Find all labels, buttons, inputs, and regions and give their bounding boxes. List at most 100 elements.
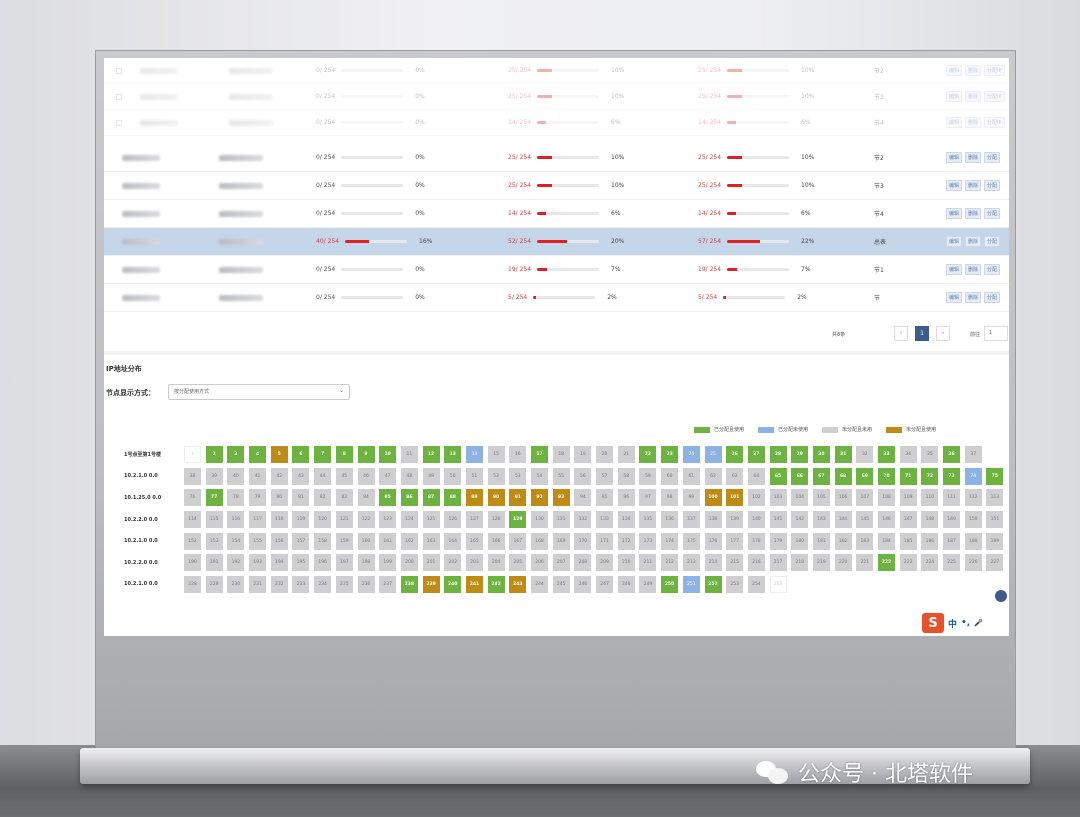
ip-cell[interactable]: 55 (552, 467, 570, 485)
ip-cell[interactable]: 173 (639, 532, 657, 550)
ip-cell[interactable]: 91 (509, 489, 527, 507)
assign-ip-button[interactable]: 分配 (984, 236, 1001, 247)
ip-cell[interactable]: 4 (249, 446, 267, 464)
assign-ip-button[interactable]: 分配 (984, 152, 1001, 163)
ime-language-toggle[interactable]: 中 (948, 617, 957, 630)
ip-cell[interactable]: 65 (769, 467, 787, 485)
ip-cell[interactable]: 221 (856, 554, 874, 572)
ip-cell[interactable]: 197 (335, 554, 353, 572)
ip-cell[interactable]: 138 (704, 511, 722, 529)
ip-cell[interactable]: 216 (747, 554, 765, 572)
ip-cell[interactable]: 190 (184, 554, 201, 572)
ip-cell[interactable]: 161 (379, 532, 397, 550)
delete-button[interactable]: 删除 (965, 180, 982, 191)
ip-cell[interactable]: 229 (205, 575, 223, 593)
ip-cell[interactable]: 41 (249, 467, 267, 485)
ip-cell[interactable]: 95 (596, 489, 614, 507)
ip-cell[interactable]: 208 (574, 554, 592, 572)
ip-cell[interactable]: 246 (574, 575, 592, 593)
ip-cell[interactable]: 32 (856, 446, 874, 464)
ip-cell[interactable]: 129 (509, 511, 527, 529)
ip-cell[interactable]: 6 (292, 446, 310, 464)
next-page-button[interactable]: › (936, 326, 950, 341)
ip-cell[interactable]: 115 (205, 511, 223, 529)
ip-cell[interactable]: 1 (184, 446, 201, 464)
ip-cell[interactable]: 143 (812, 511, 830, 529)
ip-cell[interactable]: 225 (943, 554, 961, 572)
ip-cell[interactable]: 120 (314, 511, 332, 529)
table-row[interactable]: 0/ 254 0% 25/ 254 10% 25/ 254 10% 节2 编辑 删除 分配IP (104, 58, 1009, 84)
ip-cell[interactable]: 235 (335, 575, 353, 593)
ip-cell[interactable]: 146 (878, 511, 895, 529)
ip-cell[interactable]: 217 (769, 554, 787, 572)
ip-cell[interactable]: 9 (357, 446, 375, 464)
ip-cell[interactable]: 230 (227, 575, 245, 593)
edit-button[interactable]: 编辑 (946, 91, 963, 102)
ip-cell[interactable]: 40 (227, 467, 245, 485)
ip-cell[interactable]: 250 (661, 575, 679, 593)
ip-cell[interactable]: 236 (357, 575, 375, 593)
delete-button[interactable]: 删除 (965, 152, 982, 163)
ip-cell[interactable]: 128 (487, 511, 505, 529)
ip-cell[interactable]: 19 (574, 446, 592, 464)
ip-cell[interactable]: 159 (335, 532, 353, 550)
ip-cell[interactable]: 59 (639, 467, 657, 485)
ip-cell[interactable]: 76 (184, 489, 201, 507)
ip-cell[interactable]: 105 (812, 489, 830, 507)
ip-cell[interactable]: 243 (509, 575, 527, 593)
ip-cell[interactable]: 114 (184, 511, 201, 529)
ip-cell[interactable]: 147 (899, 511, 917, 529)
ip-cell[interactable]: 196 (314, 554, 332, 572)
ip-cell[interactable]: 14 (465, 446, 483, 464)
back-to-top-button[interactable] (995, 590, 1007, 602)
prev-page-button[interactable]: ‹ (894, 326, 908, 341)
ip-cell[interactable]: 116 (227, 511, 245, 529)
assign-ip-button[interactable]: 分配IP (984, 117, 1005, 128)
ip-cell[interactable]: 101 (726, 489, 744, 507)
ip-cell[interactable]: 219 (812, 554, 830, 572)
ip-cell[interactable]: 151 (986, 511, 1004, 529)
ip-cell[interactable]: 74 (964, 467, 982, 485)
edit-button[interactable]: 编辑 (946, 208, 963, 219)
edit-button[interactable]: 编辑 (946, 292, 963, 303)
ip-cell[interactable]: 53 (509, 467, 527, 485)
ip-cell[interactable]: 108 (878, 489, 895, 507)
ip-cell[interactable]: 29 (791, 446, 809, 464)
row-checkbox[interactable] (116, 84, 122, 109)
ip-cell[interactable]: 227 (986, 554, 1004, 572)
ip-cell[interactable]: 103 (769, 489, 787, 507)
ip-cell[interactable]: 144 (834, 511, 852, 529)
ip-cell[interactable]: 145 (856, 511, 874, 529)
ip-cell[interactable]: 25 (704, 446, 722, 464)
ip-cell[interactable]: 182 (834, 532, 852, 550)
ip-cell[interactable]: 153 (205, 532, 223, 550)
ip-cell[interactable]: 180 (791, 532, 809, 550)
ip-cell[interactable]: 247 (596, 575, 614, 593)
ip-cell[interactable]: 18 (552, 446, 570, 464)
ip-cell[interactable]: 104 (791, 489, 809, 507)
ip-cell[interactable]: 119 (292, 511, 310, 529)
ip-cell[interactable]: 39 (205, 467, 223, 485)
edit-button[interactable]: 编辑 (946, 236, 963, 247)
ip-cell[interactable]: 34 (899, 446, 917, 464)
assign-ip-button[interactable]: 分配IP (984, 91, 1005, 102)
ip-cell[interactable]: 125 (422, 511, 440, 529)
ip-cell[interactable]: 61 (682, 467, 700, 485)
ip-cell[interactable]: 130 (531, 511, 548, 529)
ip-cell[interactable]: 152 (184, 532, 201, 550)
ip-cell[interactable]: 223 (899, 554, 917, 572)
ip-cell[interactable]: 234 (314, 575, 332, 593)
ip-cell[interactable]: 22 (639, 446, 657, 464)
assign-ip-button[interactable]: 分配 (984, 208, 1001, 219)
ip-cell[interactable]: 90 (487, 489, 505, 507)
ip-cell[interactable]: 67 (812, 467, 830, 485)
ip-cell[interactable]: 192 (227, 554, 245, 572)
delete-button[interactable]: 删除 (965, 236, 982, 247)
ip-cell[interactable]: 174 (661, 532, 679, 550)
ip-cell[interactable]: 213 (682, 554, 700, 572)
ip-cell[interactable]: 80 (270, 489, 288, 507)
ip-cell[interactable]: 109 (899, 489, 917, 507)
ip-cell[interactable]: 185 (899, 532, 917, 550)
ip-cell[interactable]: 37 (964, 446, 982, 464)
ip-cell[interactable]: 201 (422, 554, 440, 572)
